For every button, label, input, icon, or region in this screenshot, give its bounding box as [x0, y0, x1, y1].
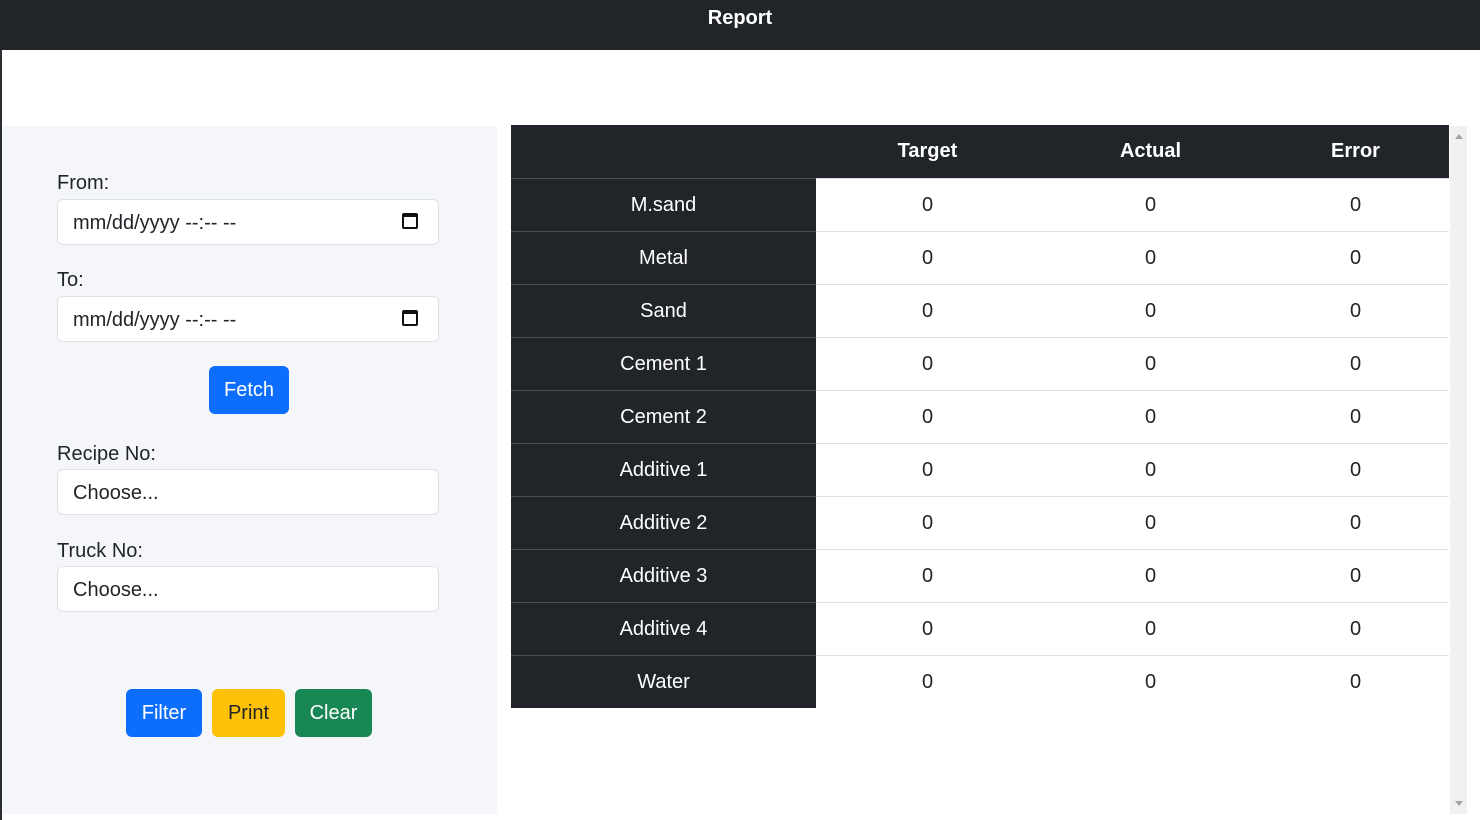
error-cell: 0	[1262, 549, 1449, 603]
row-label: Additive 1	[511, 443, 816, 497]
table-row: Additive 2 0 0 0	[511, 496, 1449, 550]
target-cell: 0	[816, 178, 1039, 232]
row-label: Additive 3	[511, 549, 816, 603]
error-cell: 0	[1262, 443, 1449, 497]
truck-label: Truck No:	[57, 540, 143, 562]
truck-select-value: Choose...	[73, 579, 159, 601]
filter-button[interactable]: Filter	[126, 689, 202, 737]
error-cell: 0	[1262, 496, 1449, 550]
row-label: M.sand	[511, 178, 816, 232]
vertical-scrollbar[interactable]	[1450, 126, 1467, 814]
error-cell: 0	[1262, 655, 1449, 708]
top-header: Report	[0, 0, 1480, 50]
recipe-select[interactable]: Choose...	[57, 469, 439, 515]
from-date-value: mm/dd/yyyy --:-- --	[73, 212, 237, 234]
column-header-error: Error	[1262, 125, 1449, 179]
to-date-input[interactable]: mm/dd/yyyy --:-- --	[57, 296, 439, 342]
table-row: Sand 0 0 0	[511, 284, 1449, 338]
page-title: Report	[707, 7, 773, 29]
from-label: From:	[57, 172, 110, 194]
filter-panel: From: mm/dd/yyyy --:-- -- To: mm/dd/yyyy…	[2, 126, 497, 814]
from-date-input[interactable]: mm/dd/yyyy --:-- --	[57, 199, 439, 245]
row-label: Cement 2	[511, 390, 816, 444]
recipe-label: Recipe No:	[57, 443, 156, 465]
column-header-actual: Actual	[1039, 125, 1262, 179]
table-row: Water 0 0 0	[511, 655, 1449, 708]
error-cell: 0	[1262, 284, 1449, 338]
target-cell: 0	[816, 549, 1039, 603]
table-row: Additive 3 0 0 0	[511, 549, 1449, 603]
row-label: Additive 2	[511, 496, 816, 550]
actual-cell: 0	[1039, 549, 1262, 603]
actual-cell: 0	[1039, 602, 1262, 656]
target-cell: 0	[816, 655, 1039, 708]
report-table-container: Target Actual Error M.sand 0 0 0 Metal 0…	[511, 125, 1449, 820]
recipe-select-value: Choose...	[73, 482, 159, 504]
to-label: To:	[57, 269, 84, 291]
row-label: Sand	[511, 284, 816, 338]
actual-cell: 0	[1039, 231, 1262, 285]
actual-cell: 0	[1039, 443, 1262, 497]
row-label: Water	[511, 655, 816, 708]
error-cell: 0	[1262, 602, 1449, 656]
table-row: Metal 0 0 0	[511, 231, 1449, 285]
actual-cell: 0	[1039, 337, 1262, 391]
row-label: Additive 4	[511, 602, 816, 656]
table-row: M.sand 0 0 0	[511, 178, 1449, 232]
column-header	[511, 125, 816, 179]
table-row: Additive 1 0 0 0	[511, 443, 1449, 497]
clear-button[interactable]: Clear	[295, 689, 372, 737]
row-label: Metal	[511, 231, 816, 285]
target-cell: 0	[816, 337, 1039, 391]
actual-cell: 0	[1039, 390, 1262, 444]
row-label: Cement 1	[511, 337, 816, 391]
actual-cell: 0	[1039, 496, 1262, 550]
target-cell: 0	[816, 443, 1039, 497]
calendar-icon[interactable]	[402, 310, 418, 326]
error-cell: 0	[1262, 178, 1449, 232]
scroll-down-icon[interactable]	[1455, 801, 1463, 806]
truck-select[interactable]: Choose...	[57, 566, 439, 612]
target-cell: 0	[816, 231, 1039, 285]
error-cell: 0	[1262, 390, 1449, 444]
table-row: Cement 1 0 0 0	[511, 337, 1449, 391]
actual-cell: 0	[1039, 284, 1262, 338]
target-cell: 0	[816, 284, 1039, 338]
table-row: Additive 4 0 0 0	[511, 602, 1449, 656]
column-header-target: Target	[816, 125, 1039, 179]
target-cell: 0	[816, 602, 1039, 656]
fetch-button[interactable]: Fetch	[209, 366, 289, 414]
table-header-row: Target Actual Error	[511, 125, 1449, 179]
table-row: Cement 2 0 0 0	[511, 390, 1449, 444]
target-cell: 0	[816, 390, 1039, 444]
scroll-up-icon[interactable]	[1455, 134, 1463, 139]
target-cell: 0	[816, 496, 1039, 550]
print-button[interactable]: Print	[212, 689, 285, 737]
calendar-icon[interactable]	[402, 213, 418, 229]
error-cell: 0	[1262, 337, 1449, 391]
actual-cell: 0	[1039, 655, 1262, 708]
to-date-value: mm/dd/yyyy --:-- --	[73, 309, 237, 331]
report-table: Target Actual Error M.sand 0 0 0 Metal 0…	[511, 125, 1449, 708]
error-cell: 0	[1262, 231, 1449, 285]
actual-cell: 0	[1039, 178, 1262, 232]
